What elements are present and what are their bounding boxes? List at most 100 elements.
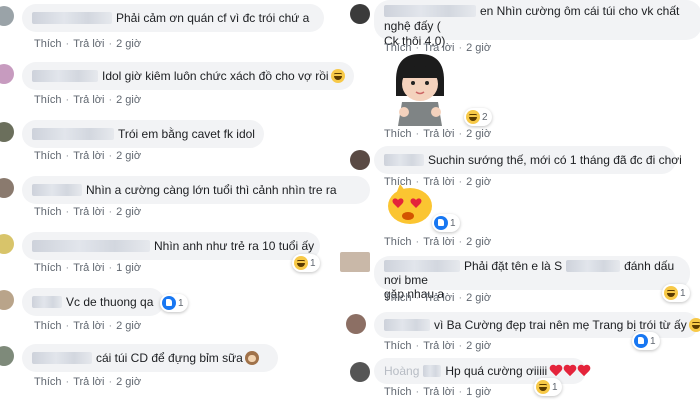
reply-link[interactable]: Trả lời — [73, 150, 104, 162]
comment-item: Trói em bằng cavet fk idol Thích · Trả lời… — [0, 116, 338, 172]
reply-link[interactable]: Trả lời — [423, 236, 454, 248]
reaction-badge[interactable]: 1 — [432, 214, 460, 232]
reaction-badge[interactable]: 2 — [464, 108, 492, 126]
comment-time[interactable]: 2 giờ — [116, 320, 141, 332]
comment-item: Nhìn a cường càng lớn tuổi thì cảnh nhìn… — [0, 172, 370, 228]
avatar[interactable] — [0, 234, 14, 254]
comment-time[interactable]: 2 giờ — [116, 376, 141, 388]
reaction-count: 1 — [310, 257, 316, 269]
comment-item: Hoàng Hp quá cường ơiiiii 1 Thích · Trả lời… — [340, 354, 700, 400]
reply-link[interactable]: Trả lời — [73, 320, 104, 332]
reaction-badge[interactable]: 1 — [662, 284, 690, 302]
comment-bubble: Vc de thuong qa — [22, 288, 164, 316]
avatar[interactable] — [350, 362, 370, 382]
comment-time[interactable]: 2 giờ — [466, 128, 491, 140]
reply-link[interactable]: Trả lời — [73, 38, 104, 50]
avatar[interactable] — [0, 64, 14, 84]
reaction-count: 2 — [482, 111, 488, 123]
comment-bubble: Phải đặt tên e là Sđánh dấu nơi bme gặp … — [374, 256, 690, 301]
laugh-reaction-icon — [536, 380, 550, 394]
comment-text: Idol giờ kiêm luôn chức xách đồ cho vợ r… — [102, 69, 329, 83]
reply-link[interactable]: Trả lời — [73, 206, 104, 218]
comment-bubble: cái túi CD để đựng bỉm sữa — [22, 344, 278, 372]
reply-link[interactable]: Trả lời — [73, 94, 104, 106]
reaction-badge[interactable]: 1 — [292, 254, 320, 272]
like-link[interactable]: Thích — [34, 262, 62, 274]
comment-bubble: en Nhìn cường ôm cái túi cho vk chất ngh… — [374, 0, 700, 48]
comment-time[interactable]: 1 giờ — [116, 262, 141, 274]
comment-text-line1: Phải đặt tên e là S — [464, 259, 563, 273]
comment-time[interactable]: 2 giờ — [116, 206, 141, 218]
reaction-count: 1 — [650, 335, 656, 347]
reaction-badge[interactable]: 1 — [534, 378, 562, 396]
avatar[interactable] — [340, 252, 370, 272]
reaction-badge[interactable]: 1 — [632, 332, 660, 350]
blurred-name — [384, 260, 460, 272]
like-link[interactable]: Thích — [384, 292, 412, 304]
comment-time[interactable]: 2 giờ — [466, 236, 491, 248]
left-comment-column: Phải cảm ơn quán cf vì đc trói chứ a Thí… — [0, 0, 370, 400]
comment-time[interactable]: 2 giờ — [116, 94, 141, 106]
comment-item: cái túi CD để đựng bỉm sữa Thích · Trả lời… — [0, 340, 338, 400]
reply-link[interactable]: Trả lời — [423, 128, 454, 140]
avatar[interactable] — [0, 346, 14, 366]
like-link[interactable]: Thích — [384, 236, 412, 248]
like-link[interactable]: Thích — [34, 206, 62, 218]
comment-actions: Thích · Trả lời · 2 giờ — [34, 38, 142, 50]
like-link[interactable]: Thích — [34, 150, 62, 162]
comment-time[interactable]: 1 giờ — [466, 386, 491, 398]
comment-text: Hp quá cường ơiiiii — [445, 364, 548, 378]
reaction-badge[interactable]: 1 — [160, 294, 188, 312]
laugh-reaction-icon — [664, 286, 678, 300]
blurred-name — [32, 128, 114, 140]
comment-actions: Thích · Trả lời · 2 giờ — [384, 236, 492, 248]
reply-link[interactable]: Trả lời — [423, 386, 454, 398]
blurred-name — [32, 70, 98, 82]
comment-item: Phải đặt tên e là Sđánh dấu nơi bme gặp … — [340, 250, 700, 306]
comment-actions: Thích · Trả lời · 2 giờ — [384, 292, 492, 304]
blurred-name — [32, 240, 150, 252]
comment-item: 1 Thích · Trả lời · 2 giờ — [340, 180, 700, 250]
blurred-name — [566, 260, 621, 272]
comment-actions: Thích · Trả lời · 2 giờ — [34, 376, 142, 388]
blurred-name — [32, 296, 62, 308]
comment-item: vì Ba Cường đẹp trai nên mẹ Trang bị tró… — [340, 308, 700, 354]
like-link[interactable]: Thích — [384, 128, 412, 140]
like-link[interactable]: Thích — [34, 38, 62, 50]
like-link[interactable]: Thích — [384, 340, 412, 352]
like-link[interactable]: Thích — [34, 320, 62, 332]
comment-text: Nhìn anh như trẻ ra 10 tuổi ấy — [154, 239, 315, 253]
reaction-count: 1 — [178, 297, 184, 309]
avatar[interactable] — [0, 178, 14, 198]
comment-time[interactable]: 2 giờ — [466, 340, 491, 352]
reply-link[interactable]: Trả lời — [423, 340, 454, 352]
comment-bubble: Phải cảm ơn quán cf vì đc trói chứ a — [22, 4, 324, 32]
blurred-name — [32, 12, 112, 24]
avatar[interactable] — [350, 150, 370, 170]
comment-bubble: Suchin sướng thế, mới có 1 tháng đã đc đ… — [374, 146, 682, 174]
avatar[interactable] — [0, 122, 14, 142]
reply-link[interactable]: Trả lời — [73, 376, 104, 388]
reaction-count: 1 — [450, 217, 456, 229]
reply-link[interactable]: Trả lời — [423, 292, 454, 304]
reply-link[interactable]: Trả lời — [73, 262, 104, 274]
comment-actions: Thích · Trả lời · 2 giờ — [384, 340, 492, 352]
avatar[interactable] — [0, 6, 14, 26]
comment-time[interactable]: 2 giờ — [116, 150, 141, 162]
comment-time[interactable]: 2 giờ — [116, 38, 141, 50]
comment-time[interactable]: 2 giờ — [466, 292, 491, 304]
comment-item: Vc de thuong qa 1 Thích · Trả lời · 2 giờ — [0, 284, 338, 340]
blurred-name — [32, 184, 82, 196]
laugh-reaction-icon — [294, 256, 308, 270]
avatar[interactable] — [0, 290, 14, 310]
like-link[interactable]: Thích — [34, 376, 62, 388]
avatar[interactable] — [346, 314, 366, 334]
laugh-reaction-icon — [466, 110, 480, 124]
reaction-count: 1 — [552, 381, 558, 393]
like-link[interactable]: Thích — [34, 94, 62, 106]
comment-item: en Nhìn cường ôm cái túi cho vk chất ngh… — [340, 0, 700, 54]
comment-item: Suchin sướng thế, mới có 1 tháng đã đc đ… — [340, 144, 700, 188]
like-link[interactable]: Thích — [384, 386, 412, 398]
avatar[interactable] — [350, 4, 370, 24]
comment-actions: Thích · Trả lời · 2 giờ — [384, 128, 492, 140]
